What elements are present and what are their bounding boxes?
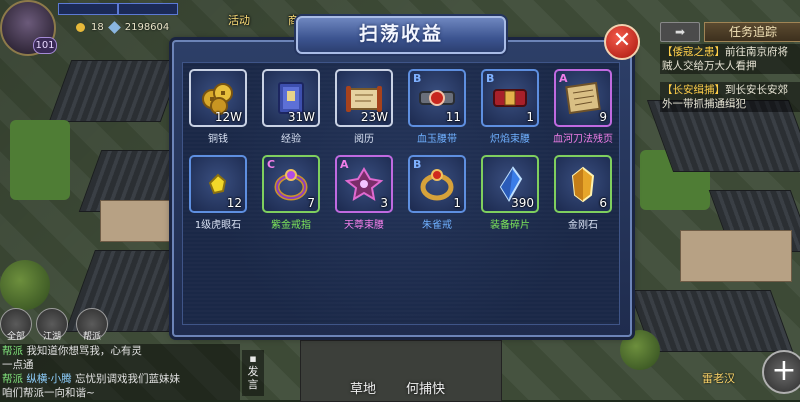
quest-item[interactable]: 【倭寇之患】前往南京府将贼人交给万大人看押 xyxy=(660,44,800,74)
speech-bubble-icon: ▪ xyxy=(249,352,257,365)
reward-slot[interactable]: 23W xyxy=(335,69,393,127)
tree xyxy=(0,260,50,310)
quest-tracker-title[interactable]: 任务追踪 xyxy=(704,22,800,42)
chat-filter-all-button[interactable]: 全部 xyxy=(0,308,32,342)
quest-collapse-button[interactable]: ➡ xyxy=(660,22,700,42)
gold-amount: 18 xyxy=(91,22,104,33)
reward-slot[interactable]: B 1 xyxy=(408,155,466,213)
voice-speak-button[interactable]: ▪ 发言 xyxy=(242,350,264,396)
gold-icon xyxy=(76,23,85,32)
reward-slot[interactable]: 12 xyxy=(189,155,247,213)
reward-count: 23W xyxy=(360,110,388,124)
reward-name: 金刚石 xyxy=(568,220,598,231)
vajra-stone-icon xyxy=(562,163,604,205)
reward-count: 11 xyxy=(445,110,461,124)
mana-bar xyxy=(118,3,178,15)
currency-row: 18 2198604 xyxy=(76,21,170,34)
reward-slot[interactable]: 12W xyxy=(189,69,247,127)
chat-text: 忘忧别调戏我们蓝妹妹 xyxy=(75,373,181,385)
reward-name: 炽焰束腰 xyxy=(490,134,530,145)
npc-action-constable[interactable]: 何捕快 xyxy=(406,378,445,397)
reward-name: 血河刀法残页 xyxy=(553,134,613,145)
chat-channel: 帮派 xyxy=(2,373,23,385)
reward-slot[interactable]: 6 xyxy=(554,155,612,213)
npc-name-label[interactable]: 雷老汉 xyxy=(702,370,735,386)
dialog-title-plate: 扫荡收益 xyxy=(296,16,506,54)
chat-sender[interactable]: 纵横·小腾 xyxy=(26,373,71,385)
reward-name: 天尊束腰 xyxy=(344,220,384,231)
purple-gold-ring-icon xyxy=(270,163,312,205)
reward-slot[interactable]: A 9 xyxy=(554,69,612,127)
reward-slot[interactable]: B 11 xyxy=(408,69,466,127)
chat-text: 一点通 xyxy=(2,359,34,371)
chat-channel: 帮派 xyxy=(2,345,23,357)
grass-patch xyxy=(10,120,70,200)
reward-name: 1级虎眼石 xyxy=(194,220,242,231)
chat-line: 帮派 我知道你想骂我，心有灵 xyxy=(0,344,240,358)
activity-button[interactable]: 活动 xyxy=(228,12,250,28)
reward-name: 血玉腰带 xyxy=(417,134,457,145)
heavenly-belt-icon xyxy=(343,163,385,205)
rooftop xyxy=(48,60,184,122)
npc-action-grass[interactable]: 草地 xyxy=(350,378,376,397)
reward-count: 12W xyxy=(214,110,242,124)
rewards-grid-panel: 12W 铜钱 31W 经验 23W 阅历 B 11 血玉腰带 B 1 炽焰束腰 … xyxy=(182,62,620,325)
reward-slot[interactable]: A 3 xyxy=(335,155,393,213)
chat-text: 咱们帮派一向和谐~ xyxy=(2,387,95,399)
reward-count: 3 xyxy=(380,196,388,210)
reward-slot[interactable]: B 1 xyxy=(481,69,539,127)
chat-filter-guild-button[interactable]: 帮派 xyxy=(76,308,108,342)
reward-name: 紫金戒指 xyxy=(271,220,311,231)
expand-menu-button[interactable]: + xyxy=(762,350,800,394)
reward-slot[interactable]: 390 xyxy=(481,155,539,213)
chat-line: 帮派 纵横·小腾 忘忧别调戏我们蓝妹妹 xyxy=(0,372,240,386)
arrow-right-icon: ➡ xyxy=(674,25,686,39)
chat-filter-world-button[interactable]: 江湖 xyxy=(36,308,68,342)
vermilion-ring-icon xyxy=(416,163,458,205)
health-bar xyxy=(58,3,118,15)
reward-name: 铜钱 xyxy=(208,134,228,145)
reward-count: 12 xyxy=(226,196,242,210)
reward-count: 6 xyxy=(599,196,607,210)
chat-line: 一点通 xyxy=(0,358,240,372)
reward-count: 7 xyxy=(307,196,315,210)
dialog-title: 扫荡收益 xyxy=(358,23,443,45)
reward-slot[interactable]: C 7 xyxy=(262,155,320,213)
plus-icon: + xyxy=(771,353,797,388)
chat-filter-label: 江湖 xyxy=(42,332,61,342)
reward-name: 阅历 xyxy=(354,134,374,145)
reward-count: 1 xyxy=(453,196,461,210)
reward-name: 装备碎片 xyxy=(490,220,530,231)
reward-name: 经验 xyxy=(281,134,301,145)
flame-belt-icon xyxy=(489,77,531,119)
voice-label: 发言 xyxy=(247,365,259,391)
player-level-badge: 101 xyxy=(33,37,57,54)
reward-count: 1 xyxy=(526,110,534,124)
building-wall xyxy=(100,200,172,242)
chat-filter-label: 帮派 xyxy=(82,332,101,342)
chat-panel[interactable]: 帮派 我知道你想骂我，心有灵 一点通 帮派 纵横·小腾 忘忧别调戏我们蓝妹妹 咱… xyxy=(0,344,240,400)
quest-tag: 【长安缉捕】 xyxy=(662,84,725,96)
reward-slot[interactable]: 31W xyxy=(262,69,320,127)
sweep-rewards-dialog: 12W 铜钱 31W 经验 23W 阅历 B 11 血玉腰带 B 1 炽焰束腰 … xyxy=(172,40,632,337)
quest-item[interactable]: 【长安缉捕】到长安长安郊外一带抓捕通缉犯 xyxy=(660,82,800,112)
reward-count: 31W xyxy=(287,110,315,124)
chat-filter-label: 全部 xyxy=(6,332,25,342)
chat-line: 咱们帮派一向和谐~ xyxy=(0,386,240,400)
blade-manual-icon xyxy=(562,77,604,119)
close-button[interactable]: ✕ xyxy=(604,24,640,60)
gem-amount: 2198604 xyxy=(124,22,170,33)
reward-count: 390 xyxy=(511,196,534,210)
building-wall xyxy=(680,230,792,282)
close-icon: ✕ xyxy=(612,28,632,53)
reward-count: 9 xyxy=(599,110,607,124)
gem-icon xyxy=(107,21,121,34)
npc-interaction-bar: 草地 何捕快 xyxy=(350,378,445,397)
quest-tag: 【倭寇之患】 xyxy=(662,46,725,58)
reward-name: 朱雀戒 xyxy=(422,220,452,231)
chat-text: 我知道你想骂我，心有灵 xyxy=(26,345,142,357)
